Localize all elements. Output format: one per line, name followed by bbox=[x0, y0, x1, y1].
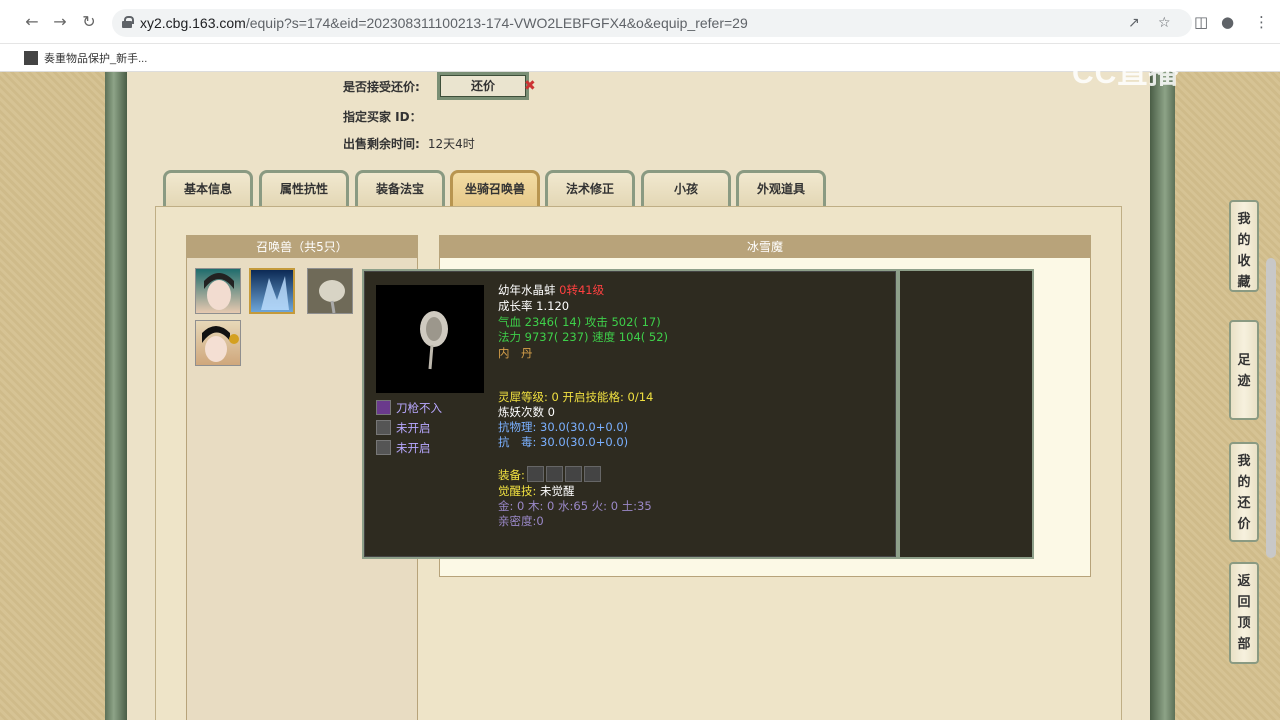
scrollbar-thumb[interactable] bbox=[1266, 258, 1276, 558]
lock-icon bbox=[122, 16, 134, 28]
sidepanel-icon[interactable]: ◫ bbox=[1194, 13, 1208, 31]
accept-offer-row: 是否接受还价: bbox=[343, 78, 420, 95]
float-label: 我的还价 bbox=[1237, 454, 1251, 532]
float-label: 返回顶部 bbox=[1237, 574, 1251, 652]
equip-slot[interactable] bbox=[583, 466, 601, 482]
pet-growth: 成长率 1.120 bbox=[498, 299, 570, 313]
clam-pet-icon bbox=[319, 280, 345, 313]
time-left-value: 12天4时 bbox=[427, 137, 475, 151]
url-host: xy2.cbg.163.com bbox=[140, 15, 246, 31]
element-values: 金: 0 木: 0 水:65 火: 0 土:35 bbox=[498, 499, 652, 513]
pet-stats-1: 气血 2346( 14) 攻击 502( 17) bbox=[498, 315, 661, 329]
equip-slot[interactable] bbox=[564, 466, 582, 482]
equip-row: 装备: bbox=[498, 466, 601, 484]
ice-demon-icon bbox=[261, 276, 289, 310]
pet-level: 0转41级 bbox=[559, 283, 605, 297]
time-left-row: 出售剩余时间: 12天4时 bbox=[343, 135, 475, 152]
bookmark-label: 奏重物品保护_新手... bbox=[44, 53, 148, 65]
lianyao-count: 炼妖次数 0 bbox=[498, 405, 555, 419]
tooltip-extension bbox=[898, 269, 1034, 559]
pet-name-line: 幼年水晶蚌 0转41级 bbox=[498, 283, 604, 299]
tab-appearance[interactable]: 外观道具 bbox=[736, 170, 826, 206]
awaken-label: 觉醒技: bbox=[498, 484, 537, 498]
accept-offer-label: 是否接受还价: bbox=[343, 80, 420, 94]
skill-icon bbox=[376, 400, 391, 415]
reload-icon[interactable]: ↻ bbox=[79, 12, 99, 32]
url-path: /equip?s=174&eid=202308311100213-174-VWO… bbox=[245, 15, 748, 31]
detail-header: 冰雪魔 bbox=[440, 236, 1090, 258]
pet-name: 幼年水晶蚌 bbox=[498, 283, 556, 297]
my-offers-button[interactable]: 我的还价 bbox=[1229, 442, 1259, 542]
right-decor bbox=[1175, 72, 1280, 720]
address-bar[interactable]: xy2.cbg.163.com/equip?s=174&eid=20230831… bbox=[112, 9, 1192, 37]
star-icon[interactable]: ☆ bbox=[1158, 15, 1171, 31]
watermark-logo: CC直播 bbox=[1072, 57, 1180, 90]
pet-tooltip: 幼年水晶蚌 0转41级 成长率 1.120 气血 2346( 14) 攻击 50… bbox=[362, 269, 898, 559]
back-to-top-button[interactable]: 返回顶部 bbox=[1229, 562, 1259, 664]
share-icon[interactable]: ↗ bbox=[1128, 15, 1140, 31]
pet-image bbox=[376, 285, 484, 393]
skill-label: 未开启 bbox=[396, 421, 431, 435]
time-left-label: 出售剩余时间: bbox=[343, 137, 420, 151]
skill-item[interactable]: 刀枪不入 bbox=[376, 400, 442, 416]
pet-thumb[interactable] bbox=[307, 268, 353, 314]
pet-thumb[interactable] bbox=[195, 268, 241, 314]
skill-item[interactable]: 未开启 bbox=[376, 420, 431, 436]
skill-label: 刀枪不入 bbox=[396, 401, 442, 415]
footprint-button[interactable]: 足迹 bbox=[1229, 320, 1259, 420]
buyer-id-row: 指定买家 ID： bbox=[343, 108, 422, 125]
forward-icon[interactable]: → bbox=[50, 12, 70, 32]
tab-mounts-pets[interactable]: 坐骑召唤兽 bbox=[450, 170, 540, 206]
equip-slot[interactable] bbox=[526, 466, 544, 482]
bookmark-item[interactable]: 奏重物品保护_新手... bbox=[24, 50, 147, 66]
skill-label: 未开启 bbox=[396, 441, 431, 455]
page: 是否接受还价: 还价 ✖ 指定买家 ID： 出售剩余时间: 12天4时 基本信息 … bbox=[0, 72, 1280, 720]
pets-header: 召唤兽（共5只） bbox=[187, 236, 417, 258]
equip-slot[interactable] bbox=[545, 466, 563, 482]
awaken-row: 觉醒技: 未觉醒 bbox=[498, 484, 575, 500]
float-label: 我的收藏 bbox=[1237, 212, 1251, 290]
pet-thumb-selected[interactable] bbox=[249, 268, 295, 314]
spirit-level: 灵犀等级: 0 开启技能格: 0/14 bbox=[498, 390, 654, 404]
close-icon[interactable]: ✖ bbox=[524, 78, 536, 94]
profile-icon[interactable]: ● bbox=[1221, 13, 1234, 31]
skill-slot-icon bbox=[376, 440, 391, 455]
browser-toolbar: ← → ↻ xy2.cbg.163.com/equip?s=174&eid=20… bbox=[0, 0, 1280, 44]
url-text[interactable]: xy2.cbg.163.com/equip?s=174&eid=20230831… bbox=[140, 15, 748, 31]
skill-slot-icon bbox=[376, 420, 391, 435]
left-decor bbox=[0, 72, 105, 720]
buyer-id-label: 指定买家 ID： bbox=[343, 110, 422, 124]
back-icon[interactable]: ← bbox=[22, 12, 42, 32]
tab-basic-info[interactable]: 基本信息 bbox=[163, 170, 253, 206]
tab-attributes[interactable]: 属性抗性 bbox=[259, 170, 349, 206]
my-favorites-button[interactable]: 我的收藏 bbox=[1229, 200, 1259, 292]
menu-icon[interactable]: ⋮ bbox=[1254, 13, 1269, 31]
resist-physical: 抗物理: 30.0(30.0+0.0) bbox=[498, 420, 629, 434]
right-frame bbox=[1150, 72, 1175, 720]
tab-spell-correction[interactable]: 法术修正 bbox=[545, 170, 635, 206]
pet-neidan: 内 丹 bbox=[498, 346, 533, 360]
awaken-value: 未觉醒 bbox=[540, 484, 575, 498]
pet-portrait-icon bbox=[204, 273, 234, 310]
offer-button[interactable]: 还价 bbox=[437, 72, 529, 100]
tab-child[interactable]: 小孩 bbox=[641, 170, 731, 206]
tab-equipment[interactable]: 装备法宝 bbox=[355, 170, 445, 206]
pet-portrait-icon bbox=[202, 326, 239, 362]
float-label: 足迹 bbox=[1237, 353, 1251, 389]
pet-stats-2: 法力 9737( 237) 速度 104( 52) bbox=[498, 330, 669, 344]
clam-pet-icon bbox=[420, 311, 448, 370]
intimacy: 亲密度:0 bbox=[498, 514, 544, 528]
bookmark-favicon-icon bbox=[24, 51, 38, 65]
resist-poison: 抗 毒: 30.0(30.0+0.0) bbox=[498, 435, 629, 449]
skill-item[interactable]: 未开启 bbox=[376, 440, 431, 456]
equip-label: 装备: bbox=[498, 468, 525, 482]
pet-thumb[interactable] bbox=[195, 320, 241, 366]
left-frame bbox=[105, 72, 127, 720]
